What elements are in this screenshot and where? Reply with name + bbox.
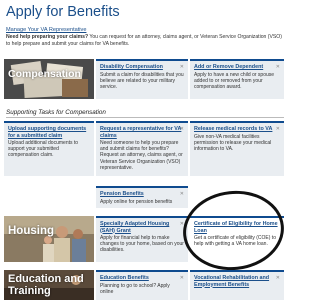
supporting-tasks-row: Upload supporting documents for a submit… xyxy=(4,121,284,176)
card-description: Need someone to help you prepare and sub… xyxy=(100,140,183,171)
housing-hero-label: Housing xyxy=(8,225,54,237)
sah-grant-card[interactable]: Specially Adapted Housing (SAH) Grant Ap… xyxy=(96,216,188,262)
close-icon[interactable]: ✕ xyxy=(276,126,280,132)
request-representative-card[interactable]: Request a representative for VA claims N… xyxy=(96,121,188,176)
pension-benefits-card[interactable]: Pension Benefits Apply online for pensio… xyxy=(96,186,188,208)
intro-text: Need help preparing your claims? You can… xyxy=(6,34,286,47)
education-benefits-card[interactable]: Education Benefits Planning to go to sch… xyxy=(96,270,188,300)
add-remove-dependent-card[interactable]: Add or Remove Dependent Apply to have a … xyxy=(190,59,284,99)
close-icon[interactable]: ✕ xyxy=(276,275,280,281)
card-description: Planning to go to school? Apply online xyxy=(100,282,170,295)
release-medical-records-card[interactable]: Release medical records to VA Give non-V… xyxy=(190,121,284,176)
vocational-rehab-card[interactable]: Vocational Rehabilitation and Employment… xyxy=(190,270,284,300)
close-icon[interactable]: ✕ xyxy=(180,64,184,70)
manage-representative-link[interactable]: Manage Your VA Representative xyxy=(6,27,86,33)
close-icon[interactable]: ✕ xyxy=(180,191,184,197)
section-divider xyxy=(6,117,284,118)
close-icon[interactable]: ✕ xyxy=(276,64,280,70)
card-description: Give non-VA medical facilities permissio… xyxy=(194,133,272,152)
card-title[interactable]: Request a representative for VA claims xyxy=(100,126,184,139)
compensation-row: Compensation Disability Compensation Sub… xyxy=(4,59,284,99)
supporting-tasks-heading: Supporting Tasks for Compensation xyxy=(6,109,106,116)
card-title[interactable]: Upload supporting documents for a submit… xyxy=(8,126,90,139)
card-description: Apply online for pension benefits xyxy=(100,198,173,205)
card-title[interactable]: Education Benefits xyxy=(100,275,184,282)
card-description: Upload additional documents to support y… xyxy=(8,140,79,159)
compensation-hero-image: Compensation xyxy=(4,59,94,99)
disability-compensation-card[interactable]: Disability Compensation Submit a claim f… xyxy=(96,59,188,99)
education-hero-image: Education and Training xyxy=(4,270,94,300)
card-title[interactable]: Release medical records to VA xyxy=(194,126,280,133)
page-title: Apply for Benefits xyxy=(6,4,120,20)
card-title[interactable]: Specially Adapted Housing (SAH) Grant xyxy=(100,221,184,234)
compensation-hero-label: Compensation xyxy=(8,68,81,80)
card-title[interactable]: Pension Benefits xyxy=(100,191,184,198)
card-title[interactable]: Add or Remove Dependent xyxy=(194,64,280,71)
housing-hero-image: Housing xyxy=(4,216,94,262)
close-icon[interactable]: ✕ xyxy=(180,126,184,132)
card-description: Apply for financial help to make changes… xyxy=(100,235,184,254)
card-title[interactable]: Vocational Rehabilitation and Employment… xyxy=(194,275,280,288)
card-description: Submit a claim for disabilities that you… xyxy=(100,71,184,90)
close-icon[interactable]: ✕ xyxy=(180,275,184,281)
education-hero-label: Education and Training xyxy=(8,273,84,297)
education-row: Education and Training Education Benefit… xyxy=(4,270,284,300)
upload-documents-card[interactable]: Upload supporting documents for a submit… xyxy=(4,121,94,176)
card-title[interactable]: Disability Compensation xyxy=(100,64,184,71)
card-description: Apply to have a new child or spouse adde… xyxy=(194,71,275,90)
intro-bold: Need help preparing your claims? xyxy=(6,34,89,40)
family-photo-icon xyxy=(4,216,94,262)
